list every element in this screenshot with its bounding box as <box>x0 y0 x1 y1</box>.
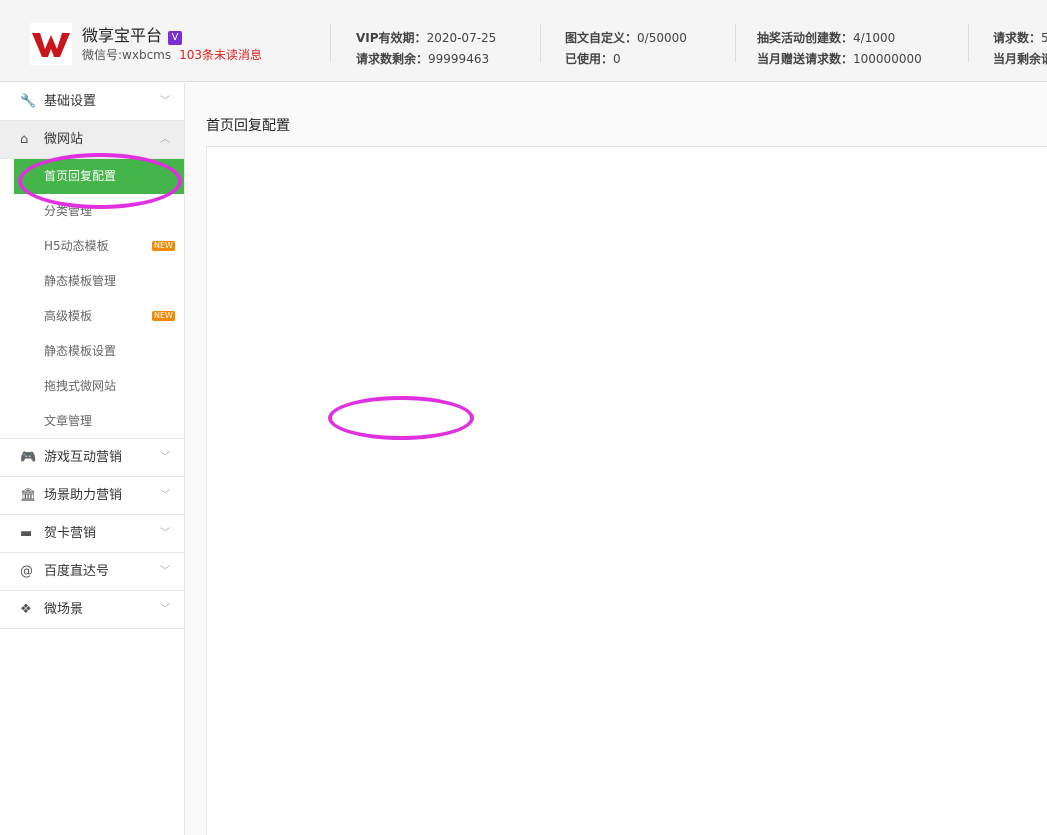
sub-label: 静态模板设置 <box>44 344 117 358</box>
stat-label: 图文自定义： <box>565 31 638 45</box>
at-icon: @ <box>20 564 33 579</box>
stat-label: 已使用： <box>565 52 614 66</box>
menu-label: 微场景 <box>44 602 84 617</box>
unread-messages-link[interactable]: 103条未读消息 <box>179 48 262 62</box>
menu-micro-site[interactable]: ⌂ 微网站 ︿ <box>0 121 184 159</box>
gamepad-icon: 🎮 <box>20 450 37 465</box>
sub-advanced-template[interactable]: 高级模板 NEW <box>0 299 184 334</box>
stat-label: 抽奖活动创建数： <box>757 31 854 45</box>
stat-lottery-block: 抽奖活动创建数：4/1000 当月赠送请求数：100000000 <box>757 28 922 70</box>
vip-badge: V <box>168 31 183 45</box>
brand-logo <box>30 23 72 65</box>
menu-label: 基础设置 <box>44 94 97 109</box>
sub-label: 高级模板 <box>44 309 93 323</box>
sub-static-template-manage[interactable]: 静态模板管理 <box>0 264 184 299</box>
menu-label: 百度直达号 <box>44 564 110 579</box>
top-header: 微享宝平台 V 微信号:wxbcms 103条未读消息 VIP有效期：2020-07… <box>0 0 1047 82</box>
menu-basic-settings[interactable]: 🔧 基础设置 ﹀ <box>0 83 184 121</box>
chevron-up-icon: ︿ <box>160 134 170 145</box>
bank-icon: 🏛 <box>20 488 37 503</box>
stat-request-block: 请求数：5 当月剩余请 <box>993 28 1047 70</box>
stat-value: 2020-07-25 <box>426 31 497 45</box>
chevron-down-icon: ﹀ <box>160 490 170 501</box>
page-title: 首页回复配置 <box>206 118 290 134</box>
config-form <box>206 146 1047 835</box>
menu-game-marketing[interactable]: 🎮 游戏互动营销 ﹀ <box>0 439 184 477</box>
sub-label: 拖拽式微网站 <box>44 379 117 393</box>
sub-home-reply-config[interactable]: 首页回复配置 <box>14 159 184 194</box>
sub-article-manage[interactable]: 文章管理 <box>0 404 184 439</box>
stat-value: 5 <box>1041 31 1047 45</box>
stat-value: 4/1000 <box>853 31 896 45</box>
chevron-down-icon: ﹀ <box>160 452 170 463</box>
divider <box>735 24 736 62</box>
divider <box>968 24 969 62</box>
stat-label: 当月赠送请求数： <box>757 52 854 66</box>
menu-label: 贺卡营销 <box>44 526 97 541</box>
stat-value: 100000000 <box>853 52 922 66</box>
wrench-icon: 🔧 <box>20 94 37 109</box>
home-icon: ⌂ <box>20 132 29 147</box>
new-badge: NEW <box>152 311 175 321</box>
stat-label: VIP有效期： <box>356 31 427 45</box>
stat-value: 99999463 <box>428 52 490 66</box>
divider <box>330 24 331 62</box>
sub-static-template-settings[interactable]: 静态模板设置 <box>0 334 184 369</box>
menu-baidu[interactable]: @ 百度直达号 ﹀ <box>0 553 184 591</box>
stat-value: 0 <box>613 52 621 66</box>
sub-drag-site[interactable]: 拖拽式微网站 <box>0 369 184 404</box>
brand-name: 微享宝平台 <box>82 26 163 45</box>
chevron-down-icon: ﹀ <box>160 566 170 577</box>
sub-label: 静态模板管理 <box>44 274 117 288</box>
menu-scene-marketing[interactable]: 🏛 场景助力营销 ﹀ <box>0 477 184 515</box>
stat-vip-block: VIP有效期：2020-07-25 请求数剩余：99999463 <box>356 28 496 70</box>
sub-label: 文章管理 <box>44 414 93 428</box>
menu-card-marketing[interactable]: ▬ 贺卡营销 ﹀ <box>0 515 184 553</box>
stat-label: 请求数剩余： <box>356 52 429 66</box>
card-icon: ▬ <box>20 526 33 541</box>
divider <box>540 24 541 62</box>
chevron-down-icon: ﹀ <box>160 528 170 539</box>
stat-article-block: 图文自定义：0/50000 已使用：0 <box>565 28 687 70</box>
sub-label: 分类管理 <box>44 204 93 218</box>
menu-micro-scene[interactable]: ❖ 微场景 ﹀ <box>0 591 184 629</box>
menu-label: 微网站 <box>44 132 84 147</box>
menu-label: 场景助力营销 <box>44 488 123 503</box>
sub-label: H5动态模板 <box>44 239 109 253</box>
wechat-id: 微信号:wxbcms <box>82 48 172 62</box>
menu-label: 游戏互动营销 <box>44 450 123 465</box>
sub-label: 首页回复配置 <box>44 169 117 183</box>
sub-category-manage[interactable]: 分类管理 <box>0 194 184 229</box>
stat-label: 当月剩余请 <box>993 52 1047 66</box>
chevron-down-icon: ﹀ <box>160 604 170 615</box>
stat-value: 0/50000 <box>637 31 687 45</box>
new-badge: NEW <box>152 241 175 251</box>
sidebar: 🔧 基础设置 ﹀ ⌂ 微网站 ︿ 首页回复配置 分类管理 H5动态模板 NEW 静态模板管… <box>0 83 185 835</box>
cubes-icon: ❖ <box>20 602 32 617</box>
sub-h5-template[interactable]: H5动态模板 NEW <box>0 229 184 264</box>
main-content: 首页回复配置 <box>185 83 1047 835</box>
stat-label: 请求数： <box>993 31 1042 45</box>
chevron-down-icon: ﹀ <box>160 96 170 107</box>
